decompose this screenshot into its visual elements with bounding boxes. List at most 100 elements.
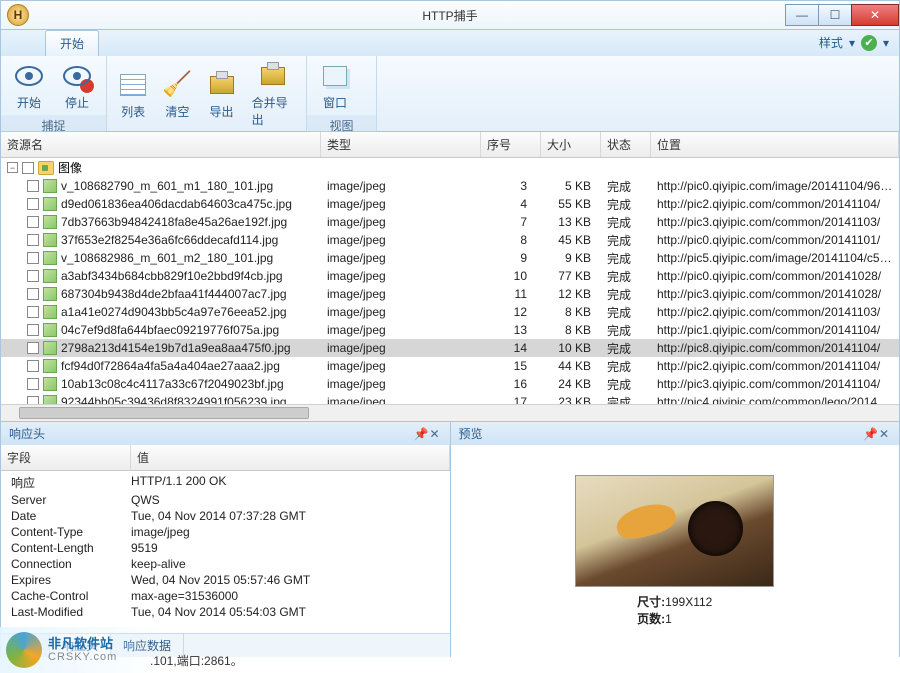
header-row[interactable]: DateTue, 04 Nov 2014 07:37:28 GMT — [1, 508, 450, 524]
cell-seq: 10 — [481, 269, 541, 283]
row-checkbox[interactable] — [27, 252, 39, 264]
file-name: 2798a213d4154e19b7d1a9ea8aa475f0.jpg — [61, 341, 291, 355]
table-row[interactable]: d9ed061836ea406dacdab64603ca475c.jpgimag… — [1, 195, 899, 213]
row-checkbox[interactable] — [27, 216, 39, 228]
panel-close-icon[interactable]: ✕ — [428, 427, 442, 441]
header-row[interactable]: Content-Length9519 — [1, 540, 450, 556]
cell-type: image/jpeg — [321, 179, 481, 193]
grid-body[interactable]: − 图像 v_108682790_m_601_m1_180_101.jpgima… — [1, 158, 899, 404]
response-headers-panel: 响应头 📌 ✕ 字段 值 响应HTTP/1.1 200 OKServerQWSD… — [1, 422, 451, 657]
cell-seq: 17 — [481, 395, 541, 404]
header-row[interactable]: ExpiresWed, 04 Nov 2015 05:57:46 GMT — [1, 572, 450, 588]
window-button[interactable]: 窗口 — [313, 58, 357, 113]
table-row[interactable]: v_108682986_m_601_m2_180_101.jpgimage/jp… — [1, 249, 899, 267]
col-value[interactable]: 值 — [131, 445, 450, 470]
chevron-down-icon[interactable]: ▾ — [849, 36, 855, 50]
row-checkbox[interactable] — [27, 378, 39, 390]
cell-seq: 11 — [481, 287, 541, 301]
header-field: Server — [1, 493, 131, 507]
row-checkbox[interactable] — [27, 342, 39, 354]
row-checkbox[interactable] — [27, 360, 39, 372]
col-status[interactable]: 状态 — [601, 132, 651, 157]
col-name[interactable]: 资源名 — [1, 132, 321, 157]
cell-size: 9 KB — [541, 251, 601, 265]
merge-export-button[interactable]: 合并导出 — [246, 58, 300, 130]
table-row[interactable]: 7db37663b94842418fa8e45a26ae192f.jpgimag… — [1, 213, 899, 231]
watermark: 非凡软件站 CRSKY.com — [0, 627, 160, 673]
header-row[interactable]: Connectionkeep-alive — [1, 556, 450, 572]
cell-location: http://pic0.qiyipic.com/common/20141101/ — [651, 233, 899, 247]
row-checkbox[interactable] — [27, 270, 39, 282]
header-row[interactable]: Content-Typeimage/jpeg — [1, 524, 450, 540]
col-field[interactable]: 字段 — [1, 445, 131, 470]
minimize-button[interactable]: — — [785, 4, 819, 26]
header-field: 响应 — [1, 474, 131, 491]
table-row[interactable]: a3abf3434b684cbb829f10e2bbd9f4cb.jpgimag… — [1, 267, 899, 285]
table-row[interactable]: 687304b9438d4de2bfaa41f444007ac7.jpgimag… — [1, 285, 899, 303]
stop-capture-button[interactable]: 停止 — [55, 58, 99, 113]
export-button[interactable]: 导出 — [201, 67, 241, 122]
cell-location: http://pic5.qiyipic.com/image/20141104/c… — [651, 251, 899, 265]
cell-location: http://pic8.qiyipic.com/common/20141104/ — [651, 341, 899, 355]
cell-size: 77 KB — [541, 269, 601, 283]
image-file-icon — [43, 305, 57, 319]
pin-icon[interactable]: 📌 — [414, 427, 428, 441]
tab-start[interactable]: 开始 — [45, 30, 99, 56]
cell-location: http://pic3.qiyipic.com/common/20141103/ — [651, 215, 899, 229]
header-row[interactable]: Cache-Controlmax-age=31536000 — [1, 588, 450, 604]
headers-body[interactable]: 响应HTTP/1.1 200 OKServerQWSDateTue, 04 No… — [1, 471, 450, 633]
image-file-icon — [43, 341, 57, 355]
table-row[interactable]: 10ab13c08c4c4117a33c67f2049023bf.jpgimag… — [1, 375, 899, 393]
cell-type: image/jpeg — [321, 233, 481, 247]
table-row[interactable]: 92344bb05c39436d8f8324991f056239.jpgimag… — [1, 393, 899, 404]
grid-header: 资源名 类型 序号 大小 状态 位置 — [1, 132, 899, 158]
header-row[interactable]: 响应HTTP/1.1 200 OK — [1, 473, 450, 492]
col-seq[interactable]: 序号 — [481, 132, 541, 157]
table-row[interactable]: a1a41e0274d9043bb5c4a97e76eea52.jpgimage… — [1, 303, 899, 321]
header-row[interactable]: Last-ModifiedTue, 04 Nov 2014 05:54:03 G… — [1, 604, 450, 620]
header-value: keep-alive — [131, 557, 450, 571]
maximize-button[interactable]: ☐ — [818, 4, 852, 26]
group-checkbox[interactable] — [22, 162, 34, 174]
cell-size: 12 KB — [541, 287, 601, 301]
row-checkbox[interactable] — [27, 180, 39, 192]
header-field: Connection — [1, 557, 131, 571]
pin-icon[interactable]: 📌 — [863, 427, 877, 441]
row-checkbox[interactable] — [27, 198, 39, 210]
help-icon[interactable]: ✔ — [861, 35, 877, 51]
table-row[interactable]: 37f653e2f8254e36a6fc66ddecafd114.jpgimag… — [1, 231, 899, 249]
header-row[interactable]: ServerQWS — [1, 492, 450, 508]
row-checkbox[interactable] — [27, 234, 39, 246]
row-checkbox[interactable] — [27, 288, 39, 300]
start-capture-button[interactable]: 开始 — [7, 58, 51, 113]
col-size[interactable]: 大小 — [541, 132, 601, 157]
image-file-icon — [43, 197, 57, 211]
table-row[interactable]: fcf94d0f72864a4fa5a4a404ae27aaa2.jpgimag… — [1, 357, 899, 375]
table-row[interactable]: 04c7ef9d8fa644bfaec09219776f075a.jpgimag… — [1, 321, 899, 339]
image-file-icon — [43, 233, 57, 247]
tree-group-row[interactable]: − 图像 — [1, 158, 899, 177]
panel-close-icon[interactable]: ✕ — [877, 427, 891, 441]
horizontal-scrollbar[interactable] — [1, 404, 899, 421]
clear-button[interactable]: 🧹 清空 — [157, 67, 197, 122]
close-button[interactable]: ✕ — [851, 4, 899, 26]
response-panel-title: 响应头 — [9, 425, 45, 442]
table-row[interactable]: v_108682790_m_601_m1_180_101.jpgimage/jp… — [1, 177, 899, 195]
list-button[interactable]: 列表 — [113, 67, 153, 122]
preview-panel: 预览 📌 ✕ 尺寸:199X112 页数:1 — [451, 422, 900, 657]
table-row[interactable]: 2798a213d4154e19b7d1a9ea8aa475f0.jpg imag… — [1, 339, 899, 357]
row-checkbox[interactable] — [27, 324, 39, 336]
tree-collapse-icon[interactable]: − — [7, 162, 18, 173]
preview-image — [575, 475, 774, 587]
scrollbar-thumb[interactable] — [19, 407, 309, 419]
row-checkbox[interactable] — [27, 306, 39, 318]
cell-seq: 16 — [481, 377, 541, 391]
row-checkbox[interactable] — [27, 396, 39, 404]
cell-location: http://pic3.qiyipic.com/common/20141028/ — [651, 287, 899, 301]
col-location[interactable]: 位置 — [651, 132, 899, 157]
help-dropdown-icon[interactable]: ▾ — [883, 36, 889, 50]
cell-status: 完成 — [601, 340, 651, 357]
style-dropdown[interactable]: 样式 — [819, 34, 843, 51]
col-type[interactable]: 类型 — [321, 132, 481, 157]
cell-type: image/jpeg — [321, 341, 481, 355]
